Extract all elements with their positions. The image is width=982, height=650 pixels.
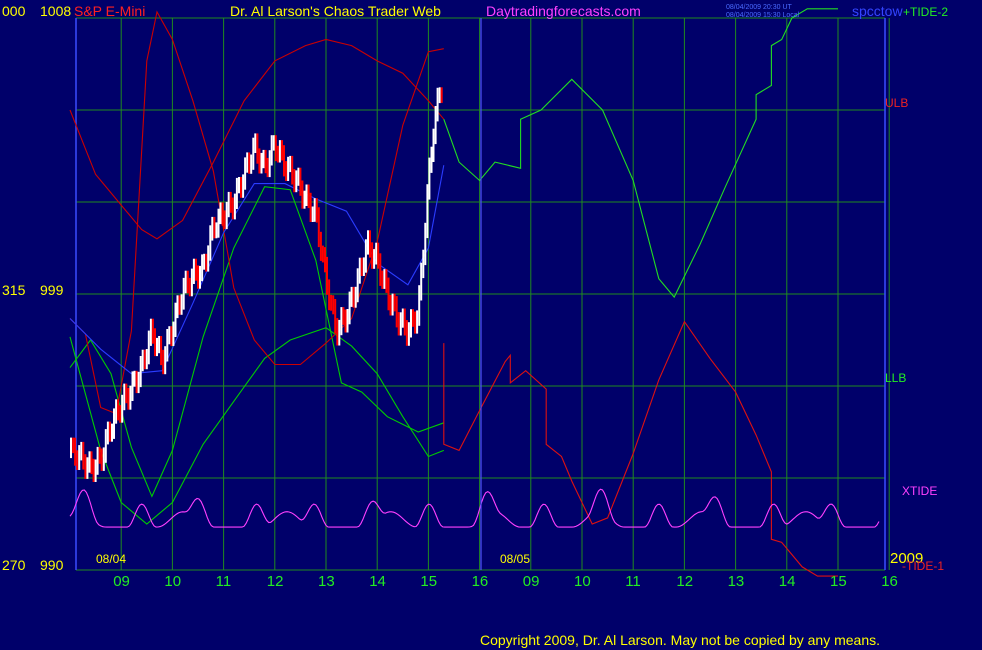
chart-background [0,0,982,650]
hour-label: 11 [625,573,641,590]
label-tide1: -TIDE-1 [902,559,944,573]
label-mid-price: 999 [40,282,64,298]
header-title: Dr. Al Larson's Chaos Trader Web [230,3,441,19]
hour-label: 09 [113,573,130,590]
header-site[interactable]: Daytradingforecasts.com [486,3,641,19]
footer-copyright: Copyright 2009, Dr. Al Larson. May not b… [480,632,880,648]
label-xtide: XTIDE [902,484,937,498]
hour-label: 10 [164,573,181,590]
label-bottom-left: 270 [2,557,26,573]
label-llb: LLB [885,371,906,385]
hour-label: 11 [216,573,232,590]
hour-label: 14 [779,573,796,590]
label-tide2: +TIDE-2 [903,5,948,19]
label-mid-left: 315 [2,282,26,298]
hour-label: 13 [728,573,745,590]
date-label-day1: 08/04 [96,552,126,566]
hour-label: 12 [676,573,693,590]
hour-label: 14 [369,573,386,590]
hour-label: 15 [420,573,437,590]
header-timestamp-local: 08/04/2009 15:30 Local [726,12,800,19]
header-ticker: spcctow [852,3,903,19]
label-bottom-price: 990 [40,557,64,573]
hour-label: 10 [574,573,591,590]
hour-label: 12 [267,573,284,590]
header-symbol: S&P E-Mini [74,3,145,19]
header-timestamp-utc: 08/04/2009 20:30 UT [726,4,792,11]
date-label-day2: 08/05 [500,552,530,566]
header-left-value: 000 [2,3,26,19]
hour-label: 15 [830,573,847,590]
header-top-price: 1008 [40,3,71,19]
hour-label: 13 [318,573,335,590]
hour-label: 16 [881,573,898,590]
hour-label: 16 [472,573,489,590]
hour-label: 09 [523,573,540,590]
chart-canvas: 000 1008 S&P E-Mini Dr. Al Larson's Chao… [0,0,982,650]
label-ulb: ULB [885,96,908,110]
